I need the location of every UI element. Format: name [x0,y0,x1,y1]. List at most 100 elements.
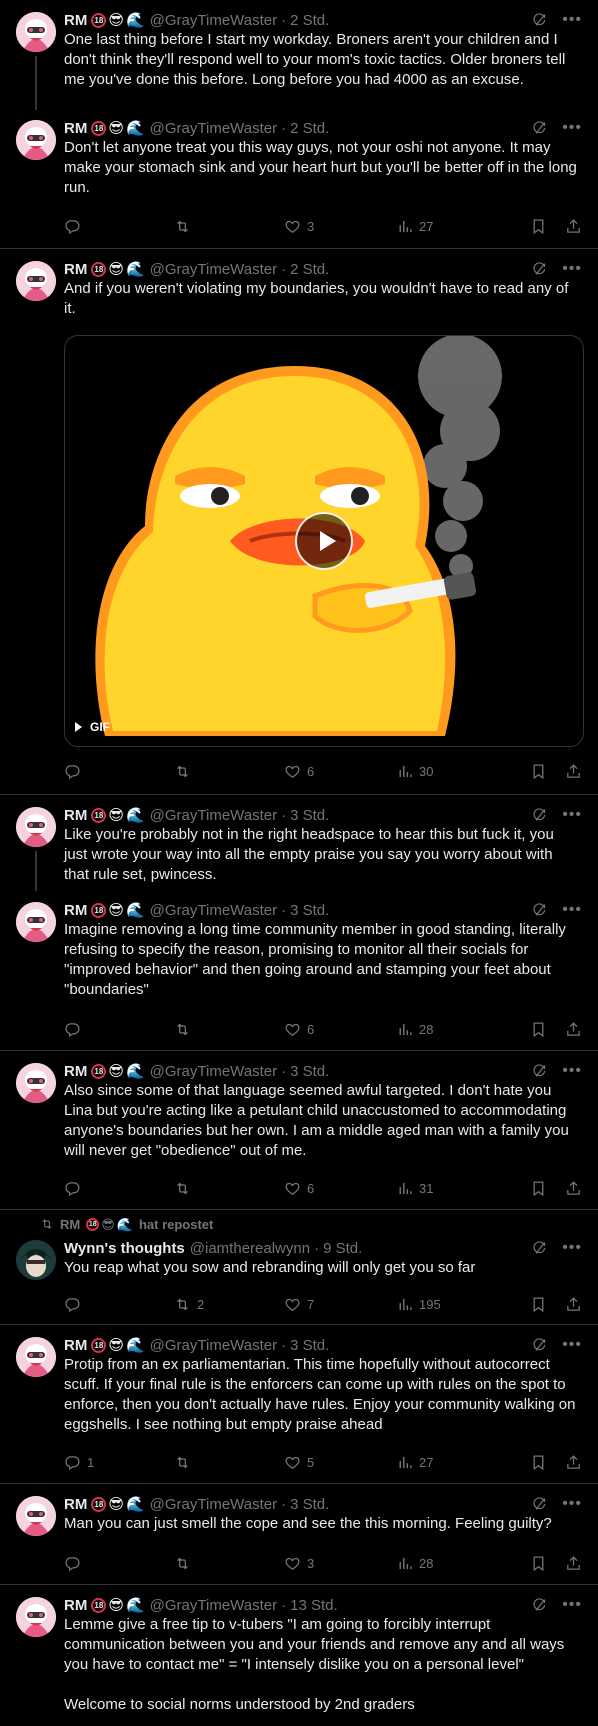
views-button[interactable]: 195 [396,1296,506,1313]
timestamp[interactable]: 2 Std. [290,12,329,29]
like-button[interactable]: 6 [284,763,396,780]
like-button[interactable]: 6 [284,1180,396,1197]
timestamp[interactable]: 2 Std. [290,120,329,137]
reply-button[interactable] [64,763,174,780]
bookmark-button[interactable] [530,1296,547,1313]
handle[interactable]: @GrayTimeWaster [150,1063,277,1080]
tweet[interactable]: RM 18 😎 🌊 @GrayTimeWaster · 3 Std. ••• L… [0,795,598,891]
tweet[interactable]: RM 18 😎 🌊 hat repostet Wynn's thoughts @… [0,1210,598,1325]
handle[interactable]: @GrayTimeWaster [150,261,277,278]
display-name[interactable]: RM [64,1337,87,1354]
share-button[interactable] [565,1555,582,1572]
bookmark-button[interactable] [530,1021,547,1038]
more-icon[interactable]: ••• [562,1496,582,1512]
grok-icon[interactable] [532,1337,548,1353]
display-name[interactable]: RM [64,1063,87,1080]
repost-button[interactable] [174,1555,284,1572]
grok-icon[interactable] [532,261,548,277]
timestamp[interactable]: 13 Std. [290,1597,338,1614]
grok-icon[interactable] [532,902,548,918]
display-name[interactable]: Wynn's thoughts [64,1240,185,1257]
repost-button[interactable]: 2 [174,1296,284,1313]
reply-button[interactable] [64,1021,174,1038]
more-icon[interactable]: ••• [562,902,582,918]
timestamp[interactable]: 3 Std. [290,902,329,919]
repost-button[interactable] [174,1454,284,1471]
tweet[interactable]: RM 18 😎 🌊 @GrayTimeWaster · 2 Std. ••• D… [0,108,598,249]
play-button[interactable] [295,512,353,570]
grok-icon[interactable] [532,1496,548,1512]
more-icon[interactable]: ••• [562,261,582,277]
timestamp[interactable]: 9 Std. [323,1240,362,1257]
handle[interactable]: @GrayTimeWaster [150,120,277,137]
like-button[interactable]: 3 [284,218,396,235]
handle[interactable]: @GrayTimeWaster [150,1496,277,1513]
avatar[interactable] [16,1496,56,1536]
avatar[interactable] [16,902,56,942]
like-button[interactable]: 6 [284,1021,396,1038]
reply-button[interactable] [64,1555,174,1572]
share-button[interactable] [565,1296,582,1313]
timestamp[interactable]: 3 Std. [290,1496,329,1513]
more-icon[interactable]: ••• [562,1063,582,1079]
reply-button[interactable] [64,1296,174,1313]
like-button[interactable]: 5 [284,1454,396,1471]
more-icon[interactable]: ••• [562,807,582,823]
grok-icon[interactable] [532,120,548,136]
bookmark-button[interactable] [530,763,547,780]
share-button[interactable] [565,1454,582,1471]
display-name[interactable]: RM [64,902,87,919]
handle[interactable]: @GrayTimeWaster [150,1597,277,1614]
handle[interactable]: @GrayTimeWaster [150,12,277,29]
grok-icon[interactable] [532,12,548,28]
grok-icon[interactable] [532,1240,548,1256]
share-button[interactable] [565,1021,582,1038]
tweet[interactable]: RM 18 😎 🌊 @GrayTimeWaster · 3 Std. ••• M… [0,1484,598,1585]
grok-icon[interactable] [532,1063,548,1079]
reply-button[interactable] [64,218,174,235]
display-name[interactable]: RM [64,807,87,824]
repost-button[interactable] [174,763,284,780]
views-button[interactable]: 27 [396,218,506,235]
display-name[interactable]: RM [64,1496,87,1513]
views-button[interactable]: 28 [396,1555,506,1572]
reply-button[interactable]: 1 [64,1454,174,1471]
share-button[interactable] [565,218,582,235]
avatar[interactable] [16,1240,56,1280]
share-button[interactable] [565,1180,582,1197]
bookmark-button[interactable] [530,1180,547,1197]
timestamp[interactable]: 3 Std. [290,1337,329,1354]
views-button[interactable]: 31 [396,1180,506,1197]
handle[interactable]: @GrayTimeWaster [150,807,277,824]
avatar[interactable] [16,1597,56,1637]
handle[interactable]: @GrayTimeWaster [150,902,277,919]
display-name[interactable]: RM [64,261,87,278]
display-name[interactable]: RM [64,1597,87,1614]
bookmark-button[interactable] [530,218,547,235]
tweet[interactable]: RM 18 😎 🌊 @GrayTimeWaster · 3 Std. ••• A… [0,1051,598,1210]
more-icon[interactable]: ••• [562,12,582,28]
views-button[interactable]: 30 [396,763,506,780]
display-name[interactable]: RM [64,12,87,29]
tweet[interactable]: RM 18 😎 🌊 @GrayTimeWaster · 13 Std. ••• … [0,1585,598,1726]
avatar[interactable] [16,807,56,847]
reply-button[interactable] [64,1180,174,1197]
avatar[interactable] [16,1337,56,1377]
bookmark-button[interactable] [530,1454,547,1471]
share-button[interactable] [565,763,582,780]
avatar[interactable] [16,1063,56,1103]
avatar[interactable] [16,120,56,160]
tweet[interactable]: RM 18 😎 🌊 @GrayTimeWaster · 3 Std. ••• P… [0,1325,598,1484]
more-icon[interactable]: ••• [562,1337,582,1353]
tweet[interactable]: RM 18 😎 🌊 @GrayTimeWaster · 3 Std. ••• I… [0,890,598,1051]
display-name[interactable]: RM [64,120,87,137]
avatar[interactable] [16,261,56,301]
more-icon[interactable]: ••• [562,1597,582,1613]
tweet[interactable]: RM 18 😎 🌊 @GrayTimeWaster · 2 Std. ••• A… [0,249,598,795]
more-icon[interactable]: ••• [562,1240,582,1256]
avatar[interactable] [16,12,56,52]
views-button[interactable]: 27 [396,1454,506,1471]
timestamp[interactable]: 3 Std. [290,807,329,824]
more-icon[interactable]: ••• [562,120,582,136]
timestamp[interactable]: 3 Std. [290,1063,329,1080]
